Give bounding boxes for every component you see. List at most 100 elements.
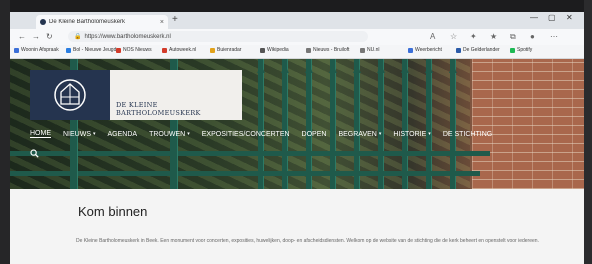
menu-item-de-stichting[interactable]: DE STICHTING — [443, 131, 492, 138]
menu-item-exposities-concerten[interactable]: EXPOSITIES/CONCERTEN — [202, 131, 290, 138]
chevron-down-icon: ▾ — [187, 131, 190, 137]
bookmark-item[interactable]: De Gelderlander — [456, 47, 500, 53]
site-logo-banner[interactable]: DE KLEINE BARTHOLOMEUSKERK — [30, 70, 242, 120]
gate-rail — [10, 171, 480, 176]
gate-spear-tip — [328, 65, 337, 73]
bookmark-label: Spotify — [517, 47, 533, 53]
profile-icon[interactable]: ● — [530, 32, 535, 41]
menu-dots-icon[interactable]: ⋯ — [550, 32, 558, 41]
lock-icon: 🔒 — [74, 34, 82, 40]
maximize-button[interactable]: ▢ — [548, 13, 556, 22]
bookmark-label: NU.nl — [367, 47, 380, 53]
bookmark-item[interactable]: Wikipedia — [260, 47, 289, 53]
bookmark-favicon-icon — [162, 47, 167, 53]
page-heading: Kom binnen — [78, 204, 148, 219]
gate-bar — [330, 59, 335, 189]
menu-item-label: HISTORIE — [393, 130, 427, 138]
gate-spear-tip — [352, 65, 361, 73]
menu-item-label: DE STICHTING — [442, 130, 493, 138]
forward-icon[interactable]: → — [32, 32, 40, 41]
bookmark-item[interactable]: Weerbericht — [408, 47, 442, 53]
collections-icon[interactable]: ⧉ — [510, 32, 516, 42]
address-bar[interactable]: 🔒 https://www.bartholomeuskerk.nl — [68, 31, 368, 42]
bookmark-favicon-icon — [408, 47, 413, 53]
minimize-button[interactable]: — — [530, 13, 538, 22]
bookmarks-bar: Woonin Afspraak Bol - Nieuwe Jeugd NOS Nie… — [10, 45, 584, 59]
extensions-icon[interactable]: ✦ — [470, 32, 477, 41]
gate-bar — [426, 59, 431, 189]
menu-item-home[interactable]: HOME — [30, 130, 51, 138]
bookmark-label: Autoweek.nl — [169, 47, 197, 53]
page-content: Kom binnen De Kleine Bartholomeuskerk in… — [10, 189, 584, 264]
bookmark-favicon-icon — [260, 47, 265, 53]
monitor-bezel-right — [584, 0, 592, 264]
bookmark-item[interactable]: NU.nl — [360, 47, 380, 53]
browser-toolbar: ← → ↻ 🔒 https://www.bartholomeuskerk.nl … — [10, 29, 584, 45]
gate-spear-tip — [376, 65, 385, 73]
browser-tab[interactable]: De Kleine Bartholomeuskerk × — [36, 15, 168, 29]
gate-bar — [258, 59, 263, 189]
back-icon[interactable]: ← — [18, 32, 26, 41]
favorite-star-icon[interactable]: ☆ — [450, 32, 457, 41]
gate-spear-tip — [400, 65, 409, 73]
bookmark-favicon-icon — [456, 47, 461, 53]
gate-rail — [10, 151, 490, 156]
site-title: DE KLEINE BARTHOLOMEUSKERK — [116, 101, 201, 117]
gate-spear-tip — [304, 65, 313, 73]
gate-spear-tip — [256, 65, 265, 73]
gate-spear-tip — [424, 65, 433, 73]
menu-item-nieuws[interactable]: NIEUWS ▾ — [63, 131, 96, 138]
bookmark-item[interactable]: NOS Nieuws — [116, 47, 152, 53]
bookmark-label: Buienradar — [217, 47, 242, 53]
menu-item-trouwen[interactable]: TROUWEN ▾ — [149, 131, 190, 138]
reload-icon[interactable]: ↻ — [46, 32, 53, 41]
read-aloud-icon[interactable]: A — [430, 32, 435, 41]
close-tab-icon[interactable]: × — [160, 19, 164, 26]
new-tab-button[interactable]: + — [172, 14, 178, 25]
gate-bar — [450, 59, 455, 189]
menu-item-historie[interactable]: HISTORIE ▾ — [393, 131, 430, 138]
search-icon[interactable] — [30, 145, 39, 163]
bookmark-item[interactable]: Bol - Nieuwe Jeugd — [66, 47, 116, 53]
menu-item-label: NIEUWS — [63, 130, 91, 138]
menu-item-label: DOPEN — [301, 130, 327, 138]
chevron-down-icon: ▾ — [428, 131, 431, 137]
bookmark-favicon-icon — [306, 47, 311, 53]
menu-item-label: AGENDA — [107, 130, 138, 138]
gate-bar — [282, 59, 287, 189]
hero-image: DE KLEINE BARTHOLOMEUSKERK HOME NIEUWS ▾ AG… — [10, 59, 584, 189]
bookmark-favicon-icon — [66, 47, 71, 53]
monitor-bezel-left — [0, 0, 10, 264]
close-window-button[interactable]: ✕ — [566, 13, 573, 22]
gate-bar — [402, 59, 407, 189]
bookmark-item[interactable]: Woonin Afspraak — [14, 47, 59, 53]
bookmark-label: Nieuws - Bruiloft — [313, 47, 350, 53]
bookmark-item[interactable]: Nieuws - Bruiloft — [306, 47, 349, 53]
bookmark-label: Weerbericht — [415, 47, 442, 53]
favorites-icon[interactable]: ★ — [490, 32, 497, 41]
menu-item-dopen[interactable]: DOPEN — [302, 131, 327, 138]
gate-bar — [378, 59, 383, 189]
bookmark-favicon-icon — [210, 47, 215, 53]
bookmark-item[interactable]: Spotify — [510, 47, 532, 53]
menu-item-label: TROUWEN — [149, 130, 186, 138]
bookmark-item[interactable]: Autoweek.nl — [162, 47, 196, 53]
gate-bar — [354, 59, 359, 189]
tab-strip: De Kleine Bartholomeuskerk × + — ▢ ✕ — [10, 12, 584, 29]
monitor-bezel-top — [0, 0, 592, 12]
menu-item-begraven[interactable]: BEGRAVEN ▾ — [338, 131, 381, 138]
gate-spear-tip — [448, 65, 457, 73]
bookmark-label: Bol - Nieuwe Jeugd — [73, 47, 117, 53]
chevron-down-icon: ▾ — [93, 131, 96, 137]
bookmark-favicon-icon — [14, 47, 19, 53]
gate-spear-tip — [280, 65, 289, 73]
tab-title: De Kleine Bartholomeuskerk — [49, 19, 126, 25]
menu-item-agenda[interactable]: AGENDA — [108, 131, 138, 138]
hero-brick-wall — [472, 59, 584, 189]
bookmark-item[interactable]: Buienradar — [210, 47, 241, 53]
church-logo-icon — [30, 70, 110, 120]
bookmark-favicon-icon — [510, 47, 515, 53]
chevron-down-icon: ▾ — [378, 131, 382, 137]
bookmark-favicon-icon — [116, 47, 121, 53]
bookmark-favicon-icon — [360, 47, 365, 53]
